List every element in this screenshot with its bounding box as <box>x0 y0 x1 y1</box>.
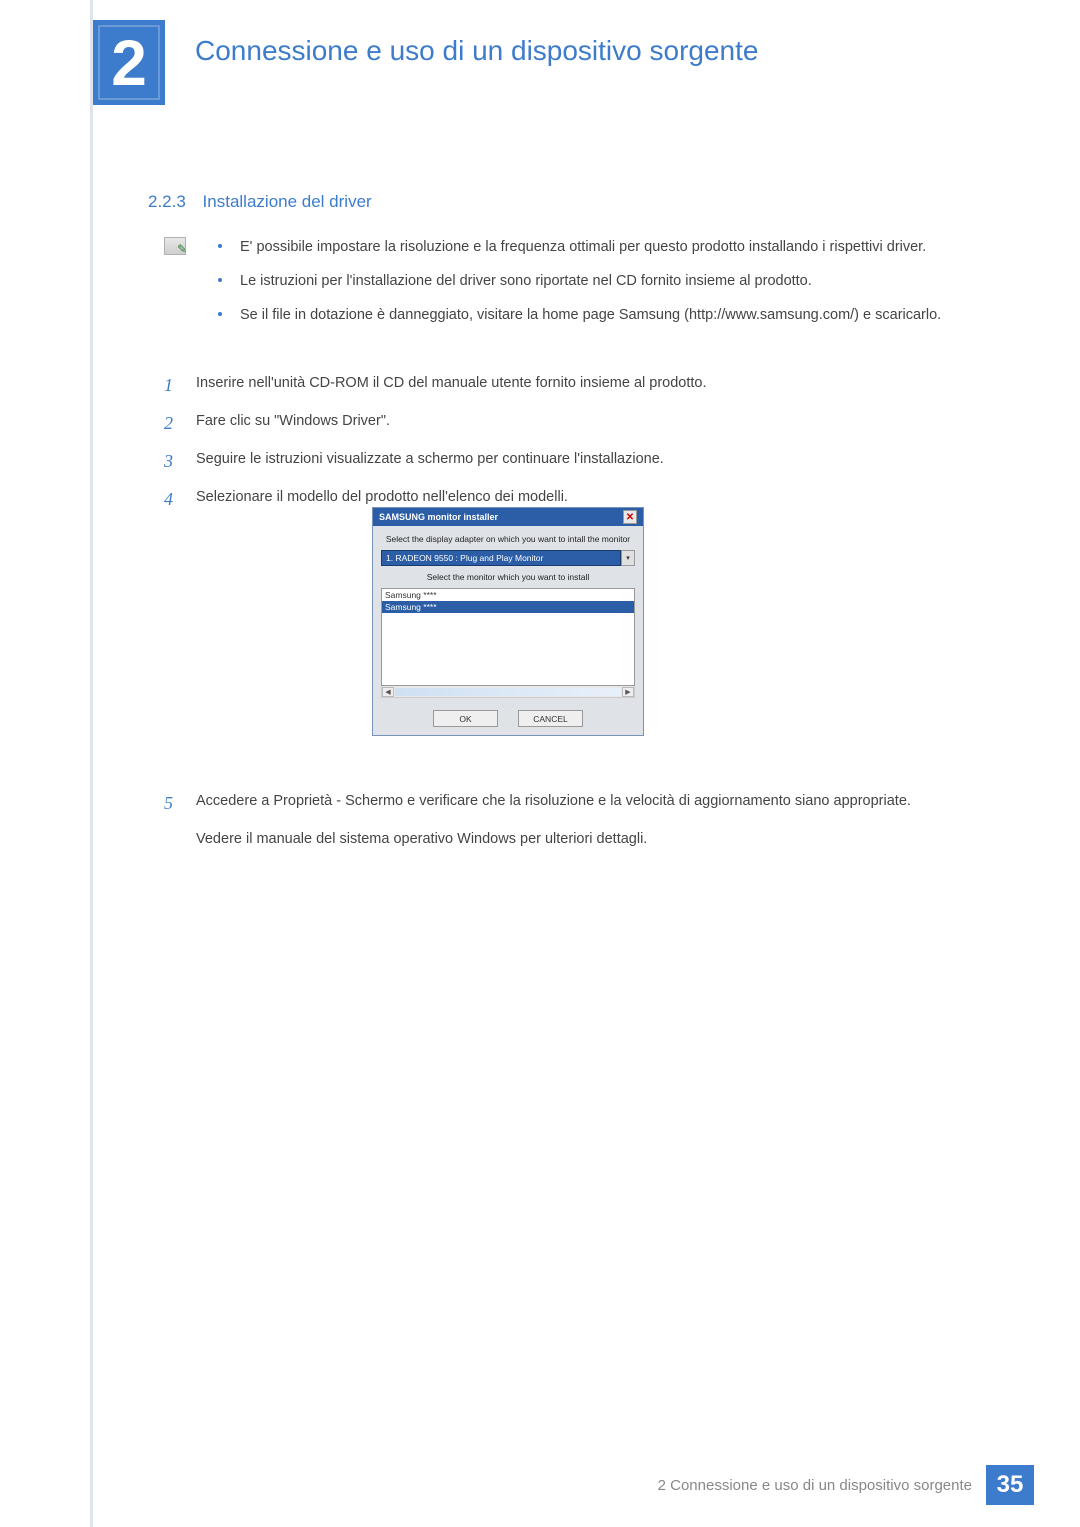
section-number: 2.2.3 <box>148 192 186 211</box>
page-footer: 2 Connessione e uso di un dispositivo so… <box>658 1465 1034 1505</box>
step-extra-text: Vedere il manuale del sistema operativo … <box>196 828 964 850</box>
chapter-title: Connessione e uso di un dispositivo sorg… <box>195 35 758 67</box>
note-icon <box>164 237 186 255</box>
chapter-number: 2 <box>98 25 160 100</box>
step-number: 1 <box>164 372 196 400</box>
section-title: Installazione del driver <box>203 192 372 211</box>
step-item: 2 Fare clic su "Windows Driver". <box>164 410 964 438</box>
installer-label-1: Select the display adapter on which you … <box>381 534 635 544</box>
step-item: 3 Seguire le istruzioni visualizzate a s… <box>164 448 964 476</box>
step-text: Inserire nell'unità CD-ROM il CD del man… <box>196 372 964 400</box>
note-bullet: Le istruzioni per l'installazione del dr… <box>218 271 963 293</box>
installer-titlebar: SAMSUNG monitor installer ✕ <box>373 508 643 526</box>
step-number: 4 <box>164 486 196 514</box>
step-text: Fare clic su "Windows Driver". <box>196 410 964 438</box>
page-number: 35 <box>986 1465 1034 1505</box>
left-vertical-rule <box>90 0 93 1527</box>
chevron-down-icon[interactable]: ▾ <box>621 550 635 566</box>
installer-button-row: OK CANCEL <box>381 710 635 727</box>
step-item: 5 Accedere a Proprietà - Schermo e verif… <box>164 790 964 818</box>
installer-label-2: Select the monitor which you want to ins… <box>381 572 635 582</box>
note-bullet: E' possibile impostare la risoluzione e … <box>218 237 963 259</box>
close-icon[interactable]: ✕ <box>623 510 637 524</box>
step-number: 2 <box>164 410 196 438</box>
step-number: 3 <box>164 448 196 476</box>
step-text: Seguire le istruzioni visualizzate a sch… <box>196 448 964 476</box>
list-item[interactable]: Samsung **** <box>382 601 634 613</box>
list-item[interactable]: Samsung **** <box>382 589 634 601</box>
scroll-left-icon[interactable]: ◀ <box>382 687 394 697</box>
step-list-b: 5 Accedere a Proprietà - Schermo e verif… <box>164 790 964 850</box>
section-heading: 2.2.3 Installazione del driver <box>148 192 372 212</box>
note-bullet-list: E' possibile impostare la risoluzione e … <box>218 237 963 338</box>
adapter-select-text: 1. RADEON 9550 : Plug and Play Monitor <box>381 550 621 566</box>
footer-text: 2 Connessione e uso di un dispositivo so… <box>658 1477 972 1494</box>
scroll-right-icon[interactable]: ▶ <box>622 687 634 697</box>
installer-dialog: SAMSUNG monitor installer ✕ Select the d… <box>372 507 644 736</box>
note-bullet: Se il file in dotazione è danneggiato, v… <box>218 305 963 327</box>
installer-title-text: SAMSUNG monitor installer <box>379 512 498 522</box>
step-item: 1 Inserire nell'unità CD-ROM il CD del m… <box>164 372 964 400</box>
ok-button[interactable]: OK <box>433 710 498 727</box>
cancel-button[interactable]: CANCEL <box>518 710 583 727</box>
adapter-select[interactable]: 1. RADEON 9550 : Plug and Play Monitor ▾ <box>381 550 635 566</box>
installer-body: Select the display adapter on which you … <box>373 526 643 735</box>
step-text: Accedere a Proprietà - Schermo e verific… <box>196 790 964 818</box>
chapter-badge: 2 <box>93 20 165 105</box>
step-number: 5 <box>164 790 196 818</box>
horizontal-scrollbar[interactable]: ◀ ▶ <box>381 686 635 698</box>
step-list-a: 1 Inserire nell'unità CD-ROM il CD del m… <box>164 372 964 524</box>
scroll-track[interactable] <box>395 688 621 696</box>
monitor-list[interactable]: Samsung **** Samsung **** <box>381 588 635 686</box>
